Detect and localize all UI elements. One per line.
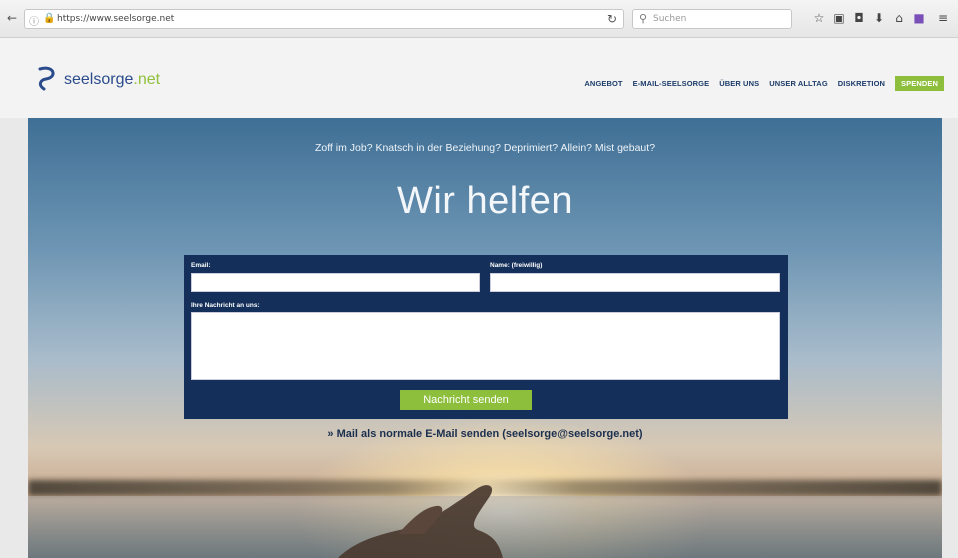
- browser-toolbar: ← ⓘ 🔒 https://www.seelsorge.net ↻ ⚲ Such…: [0, 0, 958, 38]
- url-text: https://www.seelsorge.net: [57, 14, 175, 24]
- search-input[interactable]: ⚲ Suchen: [632, 9, 792, 29]
- search-icon: ⚲: [639, 12, 648, 25]
- menu-icon[interactable]: ≡: [936, 10, 950, 26]
- message-label: Ihre Nachricht an uns:: [191, 302, 260, 309]
- address-bar[interactable]: ⓘ 🔒 https://www.seelsorge.net ↻: [24, 9, 624, 29]
- send-as-email-link[interactable]: » Mail als normale E-Mail senden (seelso…: [28, 428, 942, 440]
- back-button[interactable]: ←: [4, 10, 20, 26]
- logo-text: seelsorge.net: [64, 71, 160, 89]
- logo-tld: .net: [133, 71, 161, 88]
- hero-section: Zoff im Job? Knatsch in der Beziehung? D…: [28, 118, 942, 558]
- email-label: Email:: [191, 262, 211, 269]
- nav-item-unser-alltag[interactable]: UNSER ALLTAG: [769, 79, 828, 88]
- reload-icon[interactable]: ↻: [607, 12, 617, 26]
- logo-name: seelsorge: [64, 71, 134, 88]
- site-logo[interactable]: seelsorge.net: [32, 58, 160, 98]
- hero-tagline: Zoff im Job? Knatsch in der Beziehung? D…: [314, 142, 656, 154]
- name-label: Name: (freiwillig): [490, 262, 543, 269]
- pocket-icon[interactable]: ◘: [852, 10, 866, 26]
- contact-form: Email: Name: (freiwillig) Ihre Nachricht…: [184, 255, 788, 419]
- extension-icon[interactable]: ■: [912, 10, 926, 26]
- download-icon[interactable]: ⬇: [872, 10, 886, 26]
- donate-button[interactable]: SPENDEN: [895, 76, 944, 91]
- email-field[interactable]: [191, 273, 480, 292]
- hand-image: [338, 485, 503, 558]
- nav-item-diskretion[interactable]: DISKRETION: [838, 79, 885, 88]
- main-nav: ANGEBOT E-MAIL-SEELSORGE ÜBER UNS UNSER …: [584, 76, 944, 91]
- info-icon[interactable]: ⓘ: [29, 13, 39, 28]
- site-header: seelsorge.net ANGEBOT E-MAIL-SEELSORGE Ü…: [0, 38, 958, 118]
- nav-item-ueber-uns[interactable]: ÜBER UNS: [719, 79, 759, 88]
- message-field[interactable]: [191, 312, 780, 380]
- lock-icon: 🔒: [43, 13, 56, 24]
- nav-item-email-seelsorge[interactable]: E-MAIL-SEELSORGE: [633, 79, 710, 88]
- name-field[interactable]: [490, 273, 780, 292]
- send-message-button[interactable]: Nachricht senden: [400, 390, 532, 410]
- hero-title: Wir helfen: [396, 180, 574, 222]
- home-icon[interactable]: ⌂: [892, 10, 906, 26]
- search-placeholder: Suchen: [653, 14, 687, 24]
- logo-swirl-icon: [38, 66, 55, 91]
- bookmark-star-icon[interactable]: ☆: [812, 10, 826, 26]
- reading-list-icon[interactable]: ▣: [832, 10, 846, 26]
- nav-item-angebot[interactable]: ANGEBOT: [584, 79, 622, 88]
